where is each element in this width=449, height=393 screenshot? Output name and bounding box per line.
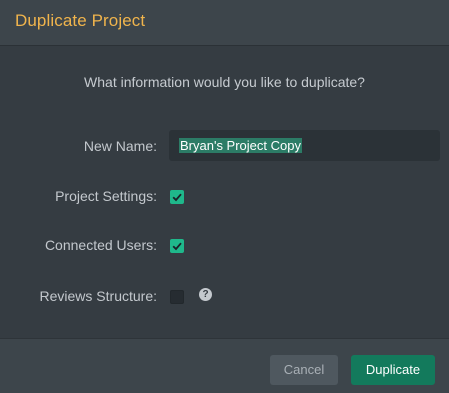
- project-settings-checkbox[interactable]: [170, 190, 184, 204]
- check-icon: [172, 193, 182, 202]
- dialog-header: Duplicate Project: [0, 0, 449, 46]
- dialog-prompt: What information would you like to dupli…: [84, 74, 365, 90]
- cancel-button[interactable]: Cancel: [270, 355, 338, 385]
- dialog-footer: Cancel Duplicate: [0, 338, 449, 393]
- duplicate-project-dialog: Duplicate Project What information would…: [0, 0, 449, 393]
- connected-users-checkbox[interactable]: [170, 239, 184, 253]
- help-icon[interactable]: ?: [199, 288, 212, 301]
- reviews-structure-checkbox[interactable]: [170, 290, 184, 304]
- new-name-label: New Name:: [83, 138, 157, 154]
- new-name-value: Bryan's Project Copy: [179, 138, 302, 153]
- dialog-body: What information would you like to dupli…: [0, 46, 449, 338]
- reviews-structure-label: Reviews Structure:: [39, 288, 157, 304]
- dialog-title: Duplicate Project: [15, 11, 146, 30]
- new-name-input[interactable]: Bryan's Project Copy: [169, 130, 440, 161]
- connected-users-label: Connected Users:: [44, 237, 157, 253]
- project-settings-label: Project Settings:: [55, 188, 157, 204]
- duplicate-button[interactable]: Duplicate: [351, 355, 435, 385]
- check-icon: [172, 242, 182, 251]
